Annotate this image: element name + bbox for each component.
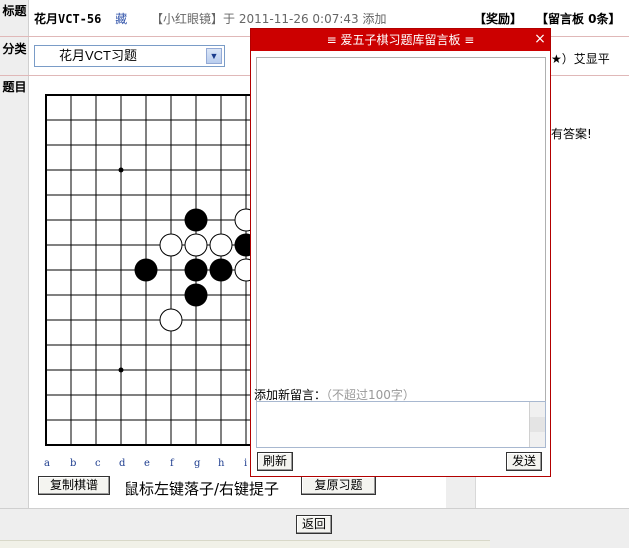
column-label: d <box>119 458 126 469</box>
black-stone <box>184 283 208 307</box>
scroll-up-button[interactable] <box>529 402 545 417</box>
black-stone <box>209 258 233 282</box>
label-column: 标题 分类 题目 <box>0 0 29 508</box>
rating-author: ★）艾显平 <box>551 52 610 66</box>
problem-label: 题目 <box>2 80 27 94</box>
message-input[interactable] <box>256 401 546 448</box>
restore-button[interactable]: 复原习题 <box>301 476 376 495</box>
category-select[interactable]: 花月VCT习题 ▼ <box>34 45 225 67</box>
star-point <box>118 167 124 173</box>
column-label: a <box>44 458 50 469</box>
column-label: c <box>95 458 101 469</box>
popup-title: ≡ 爱五子棋习题库留言板 ≡ <box>326 33 475 47</box>
message-list[interactable] <box>256 57 546 410</box>
length-hint: （不超过100字） <box>326 388 415 402</box>
problem-title: 花月VCT-56 <box>34 12 102 26</box>
author-info: 【小红眼镜】于 2011-11-26 0:07:43 添加 <box>151 12 387 26</box>
popup-header[interactable]: ≡ 爱五子棋习题库留言板 ≡ × <box>251 29 550 51</box>
close-icon[interactable]: × <box>533 31 547 47</box>
reward-link[interactable]: 【奖励】 <box>474 10 522 27</box>
refresh-button[interactable]: 刷新 <box>257 452 293 471</box>
category-select-value: 花月VCT习题 <box>59 48 138 63</box>
column-label: b <box>70 458 77 469</box>
white-stone <box>159 233 183 257</box>
send-button[interactable]: 发送 <box>506 452 542 471</box>
message-board-popup: ≡ 爱五子棋习题库留言板 ≡ × 添加新留言：（不超过100字） 刷新 发送 <box>250 28 551 477</box>
title-label: 标题 <box>2 4 27 18</box>
black-stone <box>184 208 208 232</box>
column-label: e <box>144 458 150 469</box>
column-label: g <box>194 458 201 469</box>
side-panel-strip <box>446 475 476 508</box>
message-board-link[interactable]: 【留言板 0条】 <box>536 10 621 27</box>
column-label: i <box>244 458 248 469</box>
status-strip <box>0 540 490 548</box>
gomoku-board[interactable] <box>45 94 250 447</box>
add-message-text: 添加新留言： <box>254 388 327 402</box>
black-stone <box>184 258 208 282</box>
white-stone <box>184 233 208 257</box>
category-label: 分类 <box>2 42 27 56</box>
back-button[interactable]: 返回 <box>296 515 332 534</box>
column-label: h <box>218 458 225 469</box>
column-label: f <box>170 458 174 469</box>
black-stone <box>134 258 158 282</box>
title-row: 花月VCT-56 藏 【小红眼镜】于 2011-11-26 0:07:43 添加 <box>34 10 386 27</box>
chevron-down-icon[interactable]: ▼ <box>206 48 222 64</box>
mouse-hint: 鼠标左键落子/右键提子 <box>124 480 280 498</box>
favorite-link[interactable]: 藏 <box>115 12 127 26</box>
white-stone <box>209 233 233 257</box>
copy-record-button[interactable]: 复制棋谱 <box>38 476 110 495</box>
answer-status: 有答案! <box>551 127 592 141</box>
white-stone <box>159 308 183 332</box>
scrollbar-track[interactable] <box>529 417 545 432</box>
scroll-down-button[interactable] <box>529 432 545 447</box>
star-point <box>118 367 124 373</box>
